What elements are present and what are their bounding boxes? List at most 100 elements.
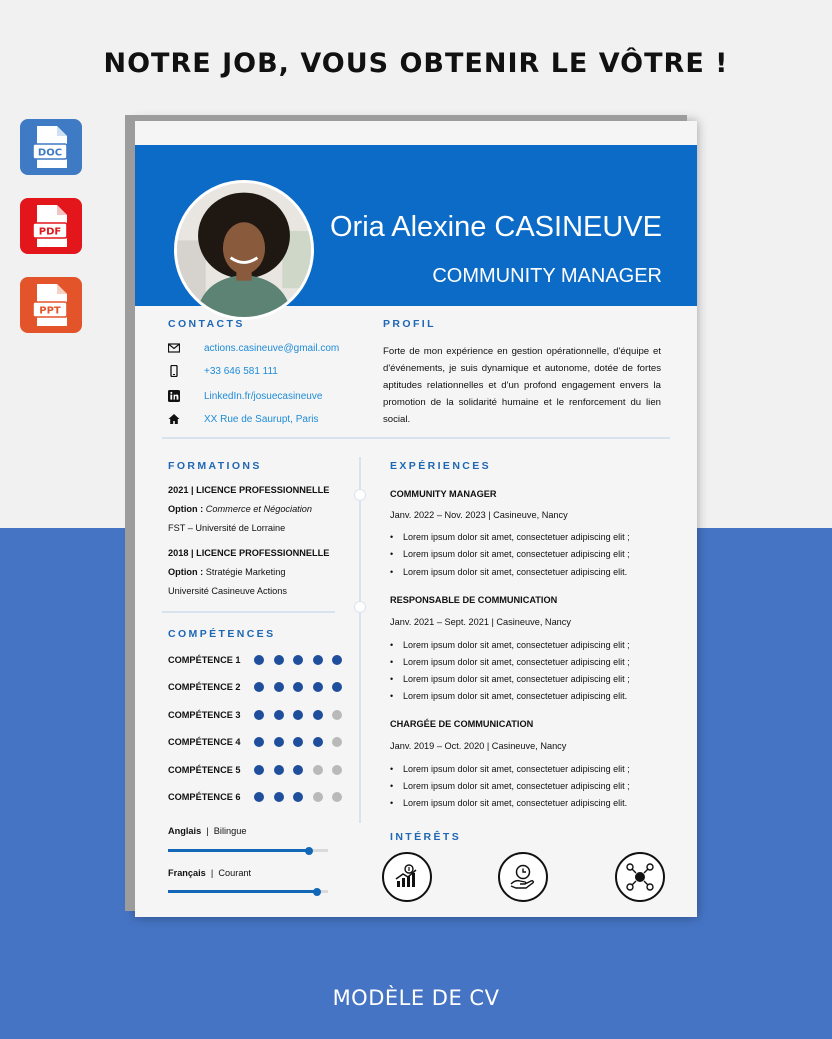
rating-dot — [332, 682, 342, 692]
formation-2-school: Université Casineuve Actions — [168, 586, 287, 596]
competence-label: COMPÉTENCE 4 — [168, 737, 241, 747]
rating-dot — [273, 792, 284, 802]
rating-dot — [254, 655, 264, 665]
competence-row: COMPÉTENCE 1 — [168, 655, 352, 665]
contact-phone[interactable]: +33 646 581 111 — [168, 365, 278, 377]
experience-title: CHARGÉE DE COMMUNICATION — [390, 719, 534, 729]
candidate-name: Oria Alexine CASINEUVE — [329, 211, 662, 243]
experiences-heading: EXPÉRIENCES — [390, 460, 492, 472]
ppt-label: PPT — [39, 306, 61, 317]
contact-linkedin-text: LinkedIn.fr/josuecasineuve — [204, 390, 323, 402]
rating-dot — [293, 737, 303, 747]
experience-bullet: Lorem ipsum dolor sit amet, consectetuer… — [390, 657, 630, 667]
competence-row: COMPÉTENCE 6 — [168, 792, 352, 802]
headline: NOTRE JOB, VOUS OBTENIR LE VÔTRE ! — [103, 48, 729, 79]
rating-dot — [332, 765, 342, 775]
competence-row: COMPÉTENCE 3 — [168, 710, 352, 720]
formations-heading: FORMATIONS — [168, 460, 262, 472]
linkedin-icon — [168, 390, 180, 402]
formation-1-school: FST – Université de Lorraine — [168, 523, 286, 533]
candidate-role: COMMUNITY MANAGER — [432, 265, 662, 287]
competence-label: COMPÉTENCE 1 — [168, 655, 241, 665]
competence-label: COMPÉTENCE 5 — [168, 765, 241, 775]
timeline-dot — [354, 489, 366, 501]
experience-bullet: Lorem ipsum dolor sit amet, consectetuer… — [390, 781, 630, 791]
competence-label: COMPÉTENCE 3 — [168, 710, 241, 720]
experience-meta: Janv. 2022 – Nov. 2023 | Casineuve, Nanc… — [390, 510, 568, 520]
experience-bullet: Lorem ipsum dolor sit amet, consectetuer… — [390, 674, 630, 684]
footer-label: MODÈLE DE CV — [332, 986, 500, 1010]
section-divider — [162, 437, 670, 439]
ppt-format-icon: PPT — [20, 277, 82, 333]
network-people-icon — [615, 852, 665, 902]
language-french-slider — [168, 887, 328, 896]
time-money-hand-icon — [498, 852, 548, 902]
competence-row: COMPÉTENCE 2 — [168, 682, 352, 692]
contact-phone-text: +33 646 581 111 — [204, 365, 278, 377]
phone-icon — [170, 365, 178, 377]
experience-title: RESPONSABLE DE COMMUNICATION — [390, 595, 558, 605]
experience-meta: Janv. 2019 – Oct. 2020 | Casineuve, Nanc… — [390, 741, 567, 751]
timeline-dot — [354, 601, 366, 613]
rating-dot — [273, 737, 284, 747]
contact-linkedin[interactable]: LinkedIn.fr/josuecasineuve — [168, 390, 322, 402]
formation-1-option: Option : Commerce et Négociation — [168, 504, 312, 514]
competence-label: COMPÉTENCE 6 — [168, 792, 241, 802]
rating-dot — [273, 710, 284, 720]
interets-heading: INTÉRÊTS — [390, 831, 462, 843]
doc-label: DOC — [38, 148, 62, 159]
formation-2-option: Option : Stratégie Marketing — [168, 567, 286, 577]
experience-bullet: Lorem ipsum dolor sit amet, consectetuer… — [390, 532, 630, 542]
rating-dot — [312, 682, 323, 692]
rating-dot — [312, 655, 323, 665]
section-divider — [162, 611, 335, 613]
pdf-format-icon: PDF — [20, 198, 82, 254]
rating-dot — [293, 655, 303, 665]
formation-1-heading: 2021 | LICENCE PROFESSIONNELLE — [168, 485, 330, 495]
pdf-label: PDF — [39, 227, 61, 238]
rating-dot — [293, 765, 303, 775]
rating-dot — [254, 682, 264, 692]
home-icon — [168, 414, 180, 424]
contacts-heading: CONTACTS — [168, 318, 245, 330]
experience-bullet: Lorem ipsum dolor sit amet, consectetuer… — [390, 764, 630, 774]
rating-dot — [293, 710, 303, 720]
rating-dot — [254, 710, 264, 720]
rating-dot — [273, 655, 284, 665]
contact-address: XX Rue de Saurupt, Paris — [168, 413, 319, 425]
competences-heading: COMPÉTENCES — [168, 628, 276, 640]
rating-dot — [332, 792, 342, 802]
experience-title: COMMUNITY MANAGER — [390, 489, 497, 499]
profil-heading: PROFIL — [383, 318, 436, 330]
profile-photo — [174, 180, 314, 320]
rating-dot — [312, 765, 323, 775]
contact-email[interactable]: actions.casineuve@gmail.com — [168, 342, 339, 354]
rating-dot — [273, 765, 284, 775]
experience-bullet: Lorem ipsum dolor sit amet, consectetuer… — [390, 798, 627, 808]
finance-growth-icon — [382, 852, 432, 902]
rating-dot — [254, 792, 264, 802]
competence-row: COMPÉTENCE 5 — [168, 765, 352, 775]
experience-bullet: Lorem ipsum dolor sit amet, consectetuer… — [390, 549, 630, 559]
experience-meta: Janv. 2021 – Sept. 2021 | Casineuve, Nan… — [390, 617, 571, 627]
rating-dot — [332, 655, 342, 665]
rating-dot — [254, 765, 264, 775]
language-english-slider — [168, 846, 328, 855]
rating-dot — [332, 737, 342, 747]
timeline-line — [359, 457, 361, 823]
rating-dot — [332, 710, 342, 720]
contact-address-text: XX Rue de Saurupt, Paris — [204, 413, 319, 425]
rating-dot — [254, 737, 264, 747]
experience-bullet: Lorem ipsum dolor sit amet, consectetuer… — [390, 640, 630, 650]
rating-dot — [312, 710, 323, 720]
profil-text: Forte de mon expérience en gestion opéra… — [383, 346, 661, 425]
experience-bullet: Lorem ipsum dolor sit amet, consectetuer… — [390, 567, 627, 577]
rating-dot — [273, 682, 284, 692]
competence-label: COMPÉTENCE 2 — [168, 682, 241, 692]
cv-document: Oria Alexine CASINEUVE COMMUNITY MANAGER… — [135, 121, 697, 917]
cv-header-banner: Oria Alexine CASINEUVE COMMUNITY MANAGER — [135, 145, 697, 320]
rating-dot — [293, 682, 303, 692]
rating-dot — [312, 792, 323, 802]
language-french: Français | Courant — [168, 868, 252, 878]
competence-row: COMPÉTENCE 4 — [168, 737, 352, 747]
